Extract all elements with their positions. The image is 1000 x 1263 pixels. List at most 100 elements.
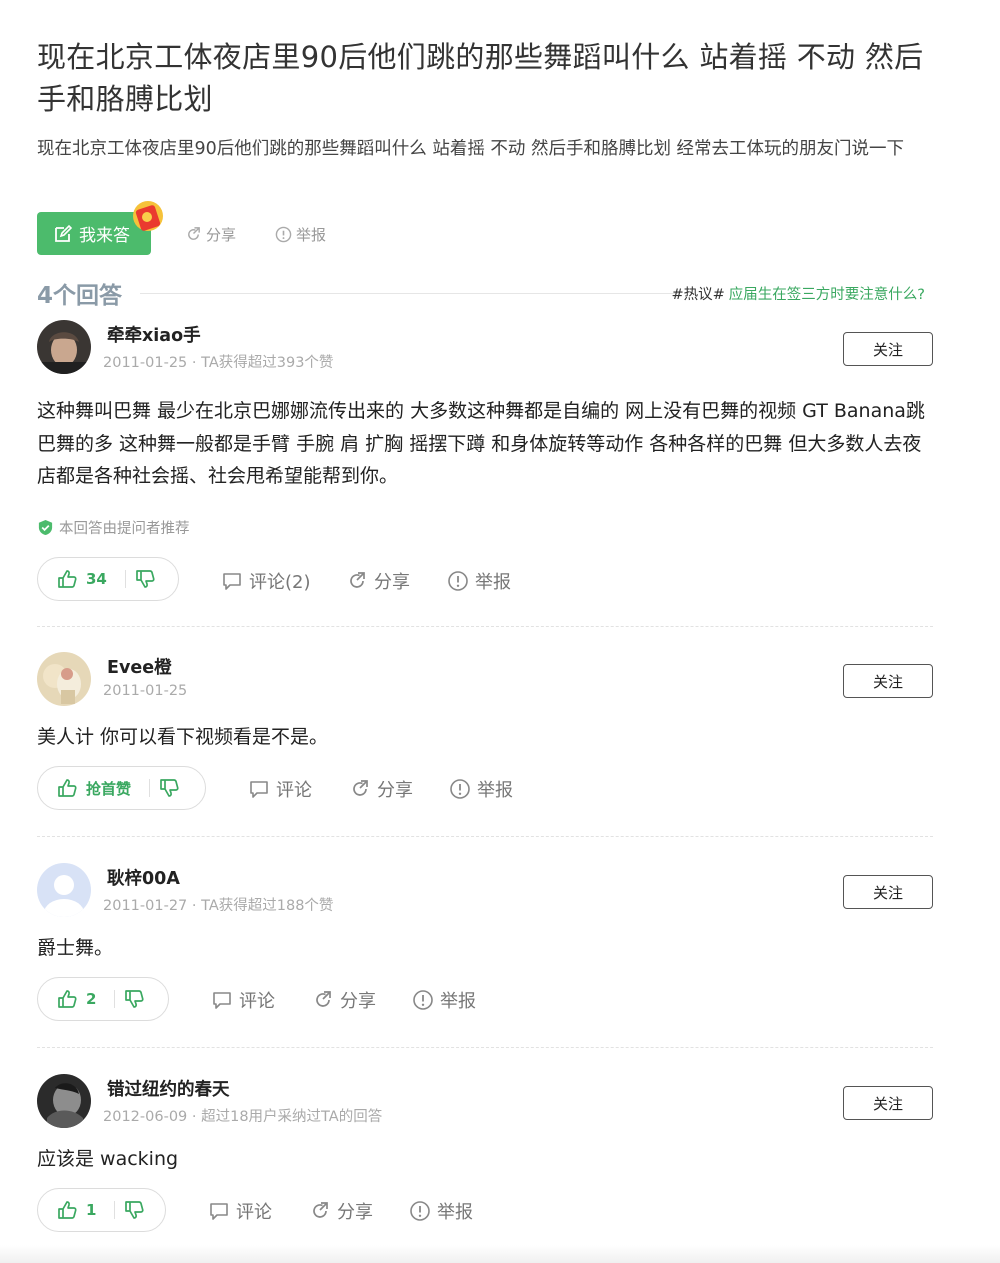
share-icon <box>188 227 200 240</box>
comment-button[interactable]: 评论(2) <box>221 568 311 594</box>
share-icon <box>313 1202 328 1218</box>
edit-icon <box>55 224 73 242</box>
like-button[interactable]: 34 <box>38 558 107 600</box>
dislike-button[interactable] <box>115 1189 145 1231</box>
avatar[interactable] <box>37 863 91 917</box>
answer-content: 应该是 wacking <box>37 1148 179 1170</box>
share-label: 分享 <box>206 226 237 244</box>
comment-icon <box>223 573 241 590</box>
report-label: 举报 <box>475 572 511 593</box>
answer-item: Evee橙 2011-01-25 关注 美人计 你可以看下视频看是不是。 抢首赞… <box>37 652 933 817</box>
share-icon <box>316 991 331 1007</box>
red-packet-icon <box>133 201 163 231</box>
thumbs-up-icon <box>58 990 77 1008</box>
share-icon <box>350 572 365 588</box>
comment-label: 评论 <box>239 991 275 1012</box>
vote-box: 抢首赞 <box>37 766 206 810</box>
vote-box: 2 <box>37 977 169 1021</box>
share-label: 分享 <box>337 1202 373 1223</box>
share-button[interactable]: 分享 <box>312 987 376 1013</box>
answer-divider <box>37 1047 933 1048</box>
answers-header: 4个回答 #热议# 应届生在签三方时要注意什么? <box>37 276 933 310</box>
recommended-label: 本回答由提问者推荐 <box>59 521 190 537</box>
question-description: 现在北京工体夜店里90后他们跳的那些舞蹈叫什么 站着摇 不动 然后手和胳膊比划 … <box>37 139 905 159</box>
divider <box>140 293 680 294</box>
report-label: 举报 <box>437 1202 473 1223</box>
report-link[interactable]: 举报 <box>275 224 326 245</box>
share-link[interactable]: 分享 <box>185 224 236 245</box>
answer-content: 美人计 你可以看下视频看是不是。 <box>37 726 329 748</box>
share-label: 分享 <box>340 991 376 1012</box>
comment-label: 评论 <box>276 780 312 801</box>
avatar[interactable] <box>37 652 91 706</box>
user-avatar-icon <box>37 1074 91 1128</box>
dislike-button[interactable] <box>150 767 180 809</box>
thumbs-down-icon <box>136 570 155 588</box>
author-name[interactable]: 牵牵xiao手 <box>107 322 201 347</box>
like-count: 1 <box>86 1201 97 1219</box>
share-label: 分享 <box>374 572 410 593</box>
thumbs-down-icon <box>125 990 145 1008</box>
vote-box: 34 <box>37 557 179 601</box>
comment-label: 评论 <box>236 1202 272 1223</box>
question-actions: 我来答 分享 举报 <box>37 201 437 256</box>
thumbs-up-icon <box>58 779 77 797</box>
thumbs-up-icon <box>58 1201 77 1219</box>
author-name[interactable]: 耿梓00A <box>107 865 180 890</box>
comment-button[interactable]: 评论 <box>211 987 275 1013</box>
comment-button[interactable]: 评论 <box>208 1198 272 1224</box>
follow-button[interactable]: 关注 <box>843 875 933 909</box>
answer-item: 牵牵xiao手 2011-01-25 · TA获得超过393个赞 关注 这种舞叫… <box>37 320 933 605</box>
comment-icon <box>250 781 268 798</box>
like-count: 34 <box>86 570 107 588</box>
comment-button[interactable]: 评论 <box>248 776 312 802</box>
follow-button[interactable]: 关注 <box>843 332 933 366</box>
report-button[interactable]: 举报 <box>449 776 513 802</box>
vote-box: 1 <box>37 1188 166 1232</box>
bottom-edge <box>0 1245 1000 1263</box>
comment-label: 评论(2) <box>249 572 311 593</box>
dislike-button[interactable] <box>115 978 145 1020</box>
report-icon <box>413 990 433 1010</box>
avatar[interactable] <box>37 320 91 374</box>
question-title: 现在北京工体夜店里90后他们跳的那些舞蹈叫什么 站着摇 不动 然后手和胳膊比划 <box>37 40 924 116</box>
share-button[interactable]: 分享 <box>346 568 410 594</box>
share-button[interactable]: 分享 <box>309 1198 373 1224</box>
answer-divider <box>37 626 933 627</box>
dislike-button[interactable] <box>126 558 156 600</box>
like-button[interactable]: 2 <box>38 978 96 1020</box>
thumbs-down-icon <box>125 1201 145 1219</box>
follow-button[interactable]: 关注 <box>843 1086 933 1120</box>
answer-item: 错过纽约的春天 2012-06-09 · 超过18用户采纳过TA的回答 关注 应… <box>37 1074 933 1239</box>
answer-item: 耿梓00A 2011-01-27 · TA获得超过188个赞 关注 爵士舞。 2… <box>37 863 933 1028</box>
thumbs-down-icon <box>160 779 179 797</box>
author-name[interactable]: 错过纽约的春天 <box>107 1076 230 1101</box>
follow-button[interactable]: 关注 <box>843 664 933 698</box>
report-icon <box>448 571 468 591</box>
answer-meta: 2012-06-09 · 超过18用户采纳过TA的回答 <box>103 1109 383 1125</box>
report-button[interactable]: 举报 <box>412 987 476 1013</box>
hot-topic-link[interactable]: 应届生在签三方时要注意什么? <box>729 287 925 303</box>
report-button[interactable]: 举报 <box>447 568 511 594</box>
like-button[interactable]: 1 <box>38 1189 96 1231</box>
answer-divider <box>37 836 933 837</box>
thumbs-up-icon <box>58 570 77 588</box>
share-icon <box>353 780 368 796</box>
report-icon <box>450 779 470 799</box>
like-button[interactable]: 抢首赞 <box>38 767 131 809</box>
avatar[interactable] <box>37 1074 91 1128</box>
user-avatar-icon <box>37 320 91 374</box>
report-label: 举报 <box>296 226 327 244</box>
comment-icon <box>213 992 231 1009</box>
report-icon <box>410 1201 430 1221</box>
recommended-badge: 本回答由提问者推荐 <box>37 517 190 538</box>
question-page: 现在北京工体夜店里90后他们跳的那些舞蹈叫什么 站着摇 不动 然后手和胳膊比划 … <box>0 0 1000 1263</box>
author-name[interactable]: Evee橙 <box>107 654 172 679</box>
report-button[interactable]: 举报 <box>409 1198 473 1224</box>
share-label: 分享 <box>377 780 413 801</box>
answer-content: 这种舞叫巴舞 最少在北京巴娜娜流传出来的 大多数这种舞都是自编的 网上没有巴舞的… <box>37 400 925 487</box>
share-button[interactable]: 分享 <box>349 776 413 802</box>
report-label: 举报 <box>440 991 476 1012</box>
answer-meta: 2011-01-27 · TA获得超过188个赞 <box>103 898 334 914</box>
answer-content: 爵士舞。 <box>37 937 114 959</box>
